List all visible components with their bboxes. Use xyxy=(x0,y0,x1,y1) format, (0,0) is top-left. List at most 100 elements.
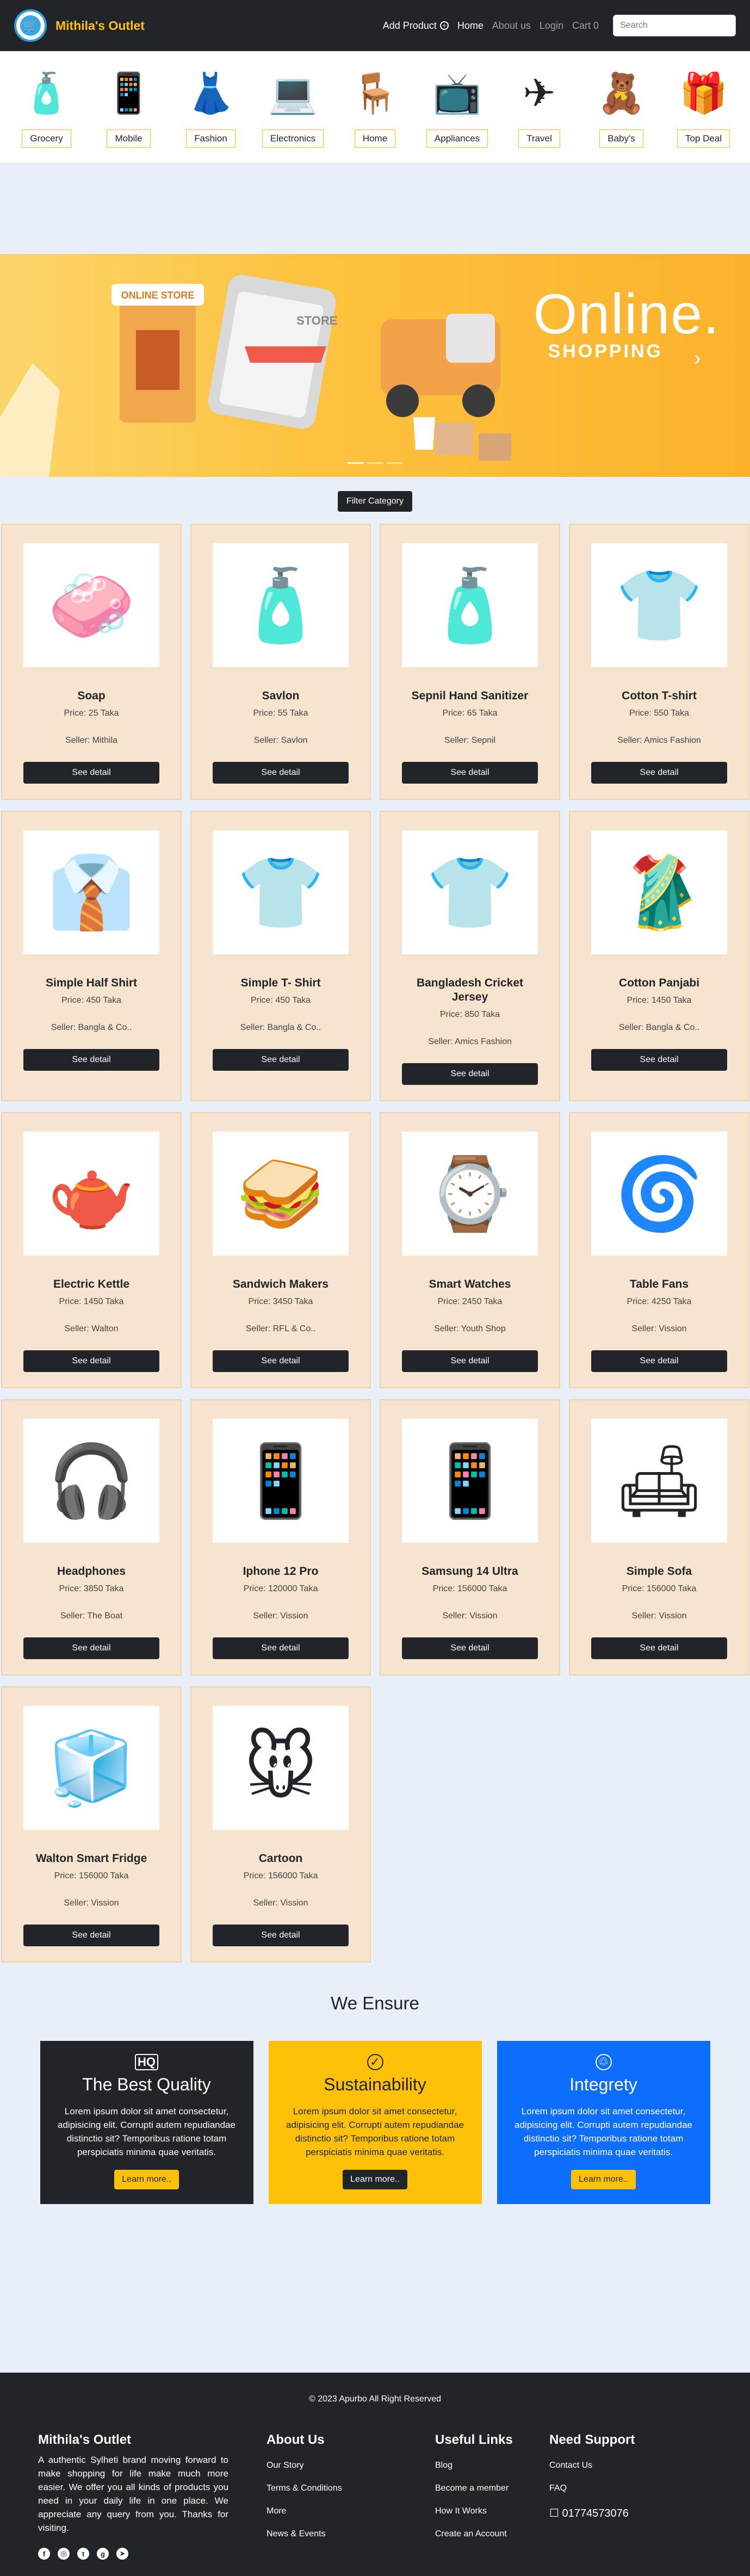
twitter-icon[interactable]: t xyxy=(77,2548,89,2560)
fridge-icon: 🧊 xyxy=(23,1706,159,1830)
see-detail-button[interactable]: See detail xyxy=(402,762,538,784)
see-detail-button[interactable]: See detail xyxy=(23,1637,159,1659)
product-price: Price: 4250 Taka xyxy=(627,1297,692,1306)
see-detail-button[interactable]: See detail xyxy=(23,1350,159,1372)
phone-icon: 📱 xyxy=(213,1419,349,1543)
footer-link[interactable]: More xyxy=(266,2506,402,2516)
nav-about[interactable]: About us xyxy=(488,20,535,32)
category-home[interactable]: 🪑 Home xyxy=(337,63,413,163)
see-detail-button[interactable]: See detail xyxy=(23,1049,159,1071)
product-name: Simple Sofa xyxy=(626,1565,692,1578)
footer-link[interactable]: Contact Us xyxy=(549,2461,658,2471)
cartoon-icon: 🐭 xyxy=(213,1706,349,1830)
shirt-icon: 👔 xyxy=(23,830,159,954)
footer-link[interactable]: News & Events xyxy=(266,2529,402,2539)
soap-icon: 🧼 xyxy=(23,543,159,667)
add-product-link[interactable]: Add Product + xyxy=(379,20,453,32)
category-button[interactable]: Baby's xyxy=(599,129,643,148)
category-mobile[interactable]: 📱 Mobile xyxy=(91,63,167,163)
product-name: Simple T- Shirt xyxy=(240,977,321,989)
see-detail-button[interactable]: See detail xyxy=(402,1350,538,1372)
learn-more-button[interactable]: Learn more.. xyxy=(571,2170,636,2189)
footer-link[interactable]: FAQ xyxy=(549,2484,658,2493)
brand-name[interactable]: Mithila's Outlet xyxy=(55,18,145,33)
indicator[interactable] xyxy=(347,462,364,464)
instagram-icon[interactable]: ◎ xyxy=(58,2548,70,2560)
product-seller: Seller: Vission xyxy=(253,1898,308,1908)
category-button[interactable]: Fashion xyxy=(186,129,235,148)
category-electronics[interactable]: 💻 Electronics xyxy=(255,63,331,163)
footer-link[interactable]: Blog xyxy=(435,2461,533,2471)
see-detail-button[interactable]: See detail xyxy=(591,762,727,784)
telegram-icon[interactable]: ➤ xyxy=(116,2548,128,2560)
see-detail-button[interactable]: See detail xyxy=(591,1350,727,1372)
electronics-icon: 💻 xyxy=(268,71,318,115)
ensure-card: ♲ Integrety Lorem ipsum dolor sit amet con… xyxy=(497,2041,710,2204)
carousel-indicators[interactable] xyxy=(347,462,403,464)
see-detail-button[interactable]: See detail xyxy=(402,1063,538,1085)
category-button[interactable]: Travel xyxy=(518,129,560,148)
watch-icon: ⌚ xyxy=(402,1132,538,1256)
footer-link[interactable]: Our Story xyxy=(266,2461,402,2471)
see-detail-button[interactable]: See detail xyxy=(591,1637,727,1659)
nav-cart[interactable]: Cart 0 xyxy=(568,20,603,32)
category-babys[interactable]: 🧸 Baby's xyxy=(584,63,660,163)
product-seller: Seller: Bangla & Co.. xyxy=(51,1023,132,1032)
category-button[interactable]: Electronics xyxy=(262,129,324,148)
see-detail-button[interactable]: See detail xyxy=(23,762,159,784)
footer-col-title: Need Support xyxy=(549,2432,635,2447)
category-button[interactable]: Mobile xyxy=(107,129,151,148)
footer-link[interactable]: Become a member xyxy=(435,2484,533,2493)
footer-link[interactable]: Terms & Conditions xyxy=(266,2484,402,2493)
product-seller: Seller: Vission xyxy=(631,1324,687,1333)
github-icon[interactable]: g xyxy=(97,2548,109,2560)
product-card: 🫖 Electric Kettle Price: 1450 Taka Seller: … xyxy=(1,1112,182,1388)
category-button[interactable]: Home xyxy=(354,129,396,148)
learn-more-button[interactable]: Learn more.. xyxy=(114,2170,179,2189)
category-button[interactable]: Appliances xyxy=(426,129,488,148)
category-appliances[interactable]: 📺 Appliances xyxy=(419,63,495,163)
phone-number: 01774573076 xyxy=(562,2507,629,2519)
see-detail-button[interactable]: See detail xyxy=(213,1350,349,1372)
indicator[interactable] xyxy=(367,462,383,464)
see-detail-button[interactable]: See detail xyxy=(402,1637,538,1659)
category-travel[interactable]: ✈ Travel xyxy=(501,63,578,163)
category-fashion[interactable]: 👗 Fashion xyxy=(173,63,249,163)
footer-link[interactable]: How It Works xyxy=(435,2506,533,2516)
banner-subtitle: SHOPPING xyxy=(548,341,663,362)
see-detail-button[interactable]: See detail xyxy=(23,1925,159,1946)
cart-logo-icon: 🛒 xyxy=(20,15,41,36)
see-detail-button[interactable]: See detail xyxy=(213,1925,349,1946)
category-button[interactable]: Grocery xyxy=(22,129,71,148)
filter-category-button[interactable]: Filter Category xyxy=(338,491,412,512)
product-seller: Seller: Mithila xyxy=(65,736,118,745)
nav-home[interactable]: Home xyxy=(453,20,488,32)
phone-link[interactable]: ☐ 01774573076 xyxy=(549,2506,658,2520)
recycle-icon: ♲ xyxy=(595,2054,612,2070)
product-seller: Seller: Walton xyxy=(64,1324,119,1333)
category-topdeal[interactable]: 🎁 Top Deal xyxy=(666,63,742,163)
product-price: Price: 850 Taka xyxy=(440,1010,500,1019)
brand-logo[interactable]: 🛒 xyxy=(14,9,47,42)
product-seller: Seller: Bangla & Co.. xyxy=(240,1023,321,1032)
carousel-next-icon[interactable]: › xyxy=(694,346,701,371)
category-button[interactable]: Top Deal xyxy=(677,129,730,148)
product-card: 🧼 Soap Price: 25 Taka Seller: Mithila See de… xyxy=(1,524,182,800)
see-detail-button[interactable]: See detail xyxy=(213,1049,349,1071)
phone-icon: ☐ xyxy=(549,2507,562,2519)
footer-link[interactable]: Create an Account xyxy=(435,2529,533,2539)
see-detail-button[interactable]: See detail xyxy=(591,1049,727,1071)
nav-login[interactable]: Login xyxy=(535,20,568,32)
see-detail-button[interactable]: See detail xyxy=(213,762,349,784)
indicator[interactable] xyxy=(386,462,403,464)
search-input[interactable] xyxy=(613,15,736,36)
product-seller: Seller: Amics Fashion xyxy=(617,736,701,745)
product-name: Headphones xyxy=(57,1565,126,1578)
navbar: 🛒 Mithila's Outlet Add Product + Home Abo… xyxy=(0,0,750,51)
learn-more-button[interactable]: Learn more.. xyxy=(343,2170,407,2189)
product-name: Cotton T-shirt xyxy=(622,690,697,702)
facebook-icon[interactable]: f xyxy=(38,2548,50,2560)
category-grocery[interactable]: 🧴 Grocery xyxy=(9,63,85,163)
fan-icon: 🌀 xyxy=(591,1132,727,1256)
see-detail-button[interactable]: See detail xyxy=(213,1637,349,1659)
